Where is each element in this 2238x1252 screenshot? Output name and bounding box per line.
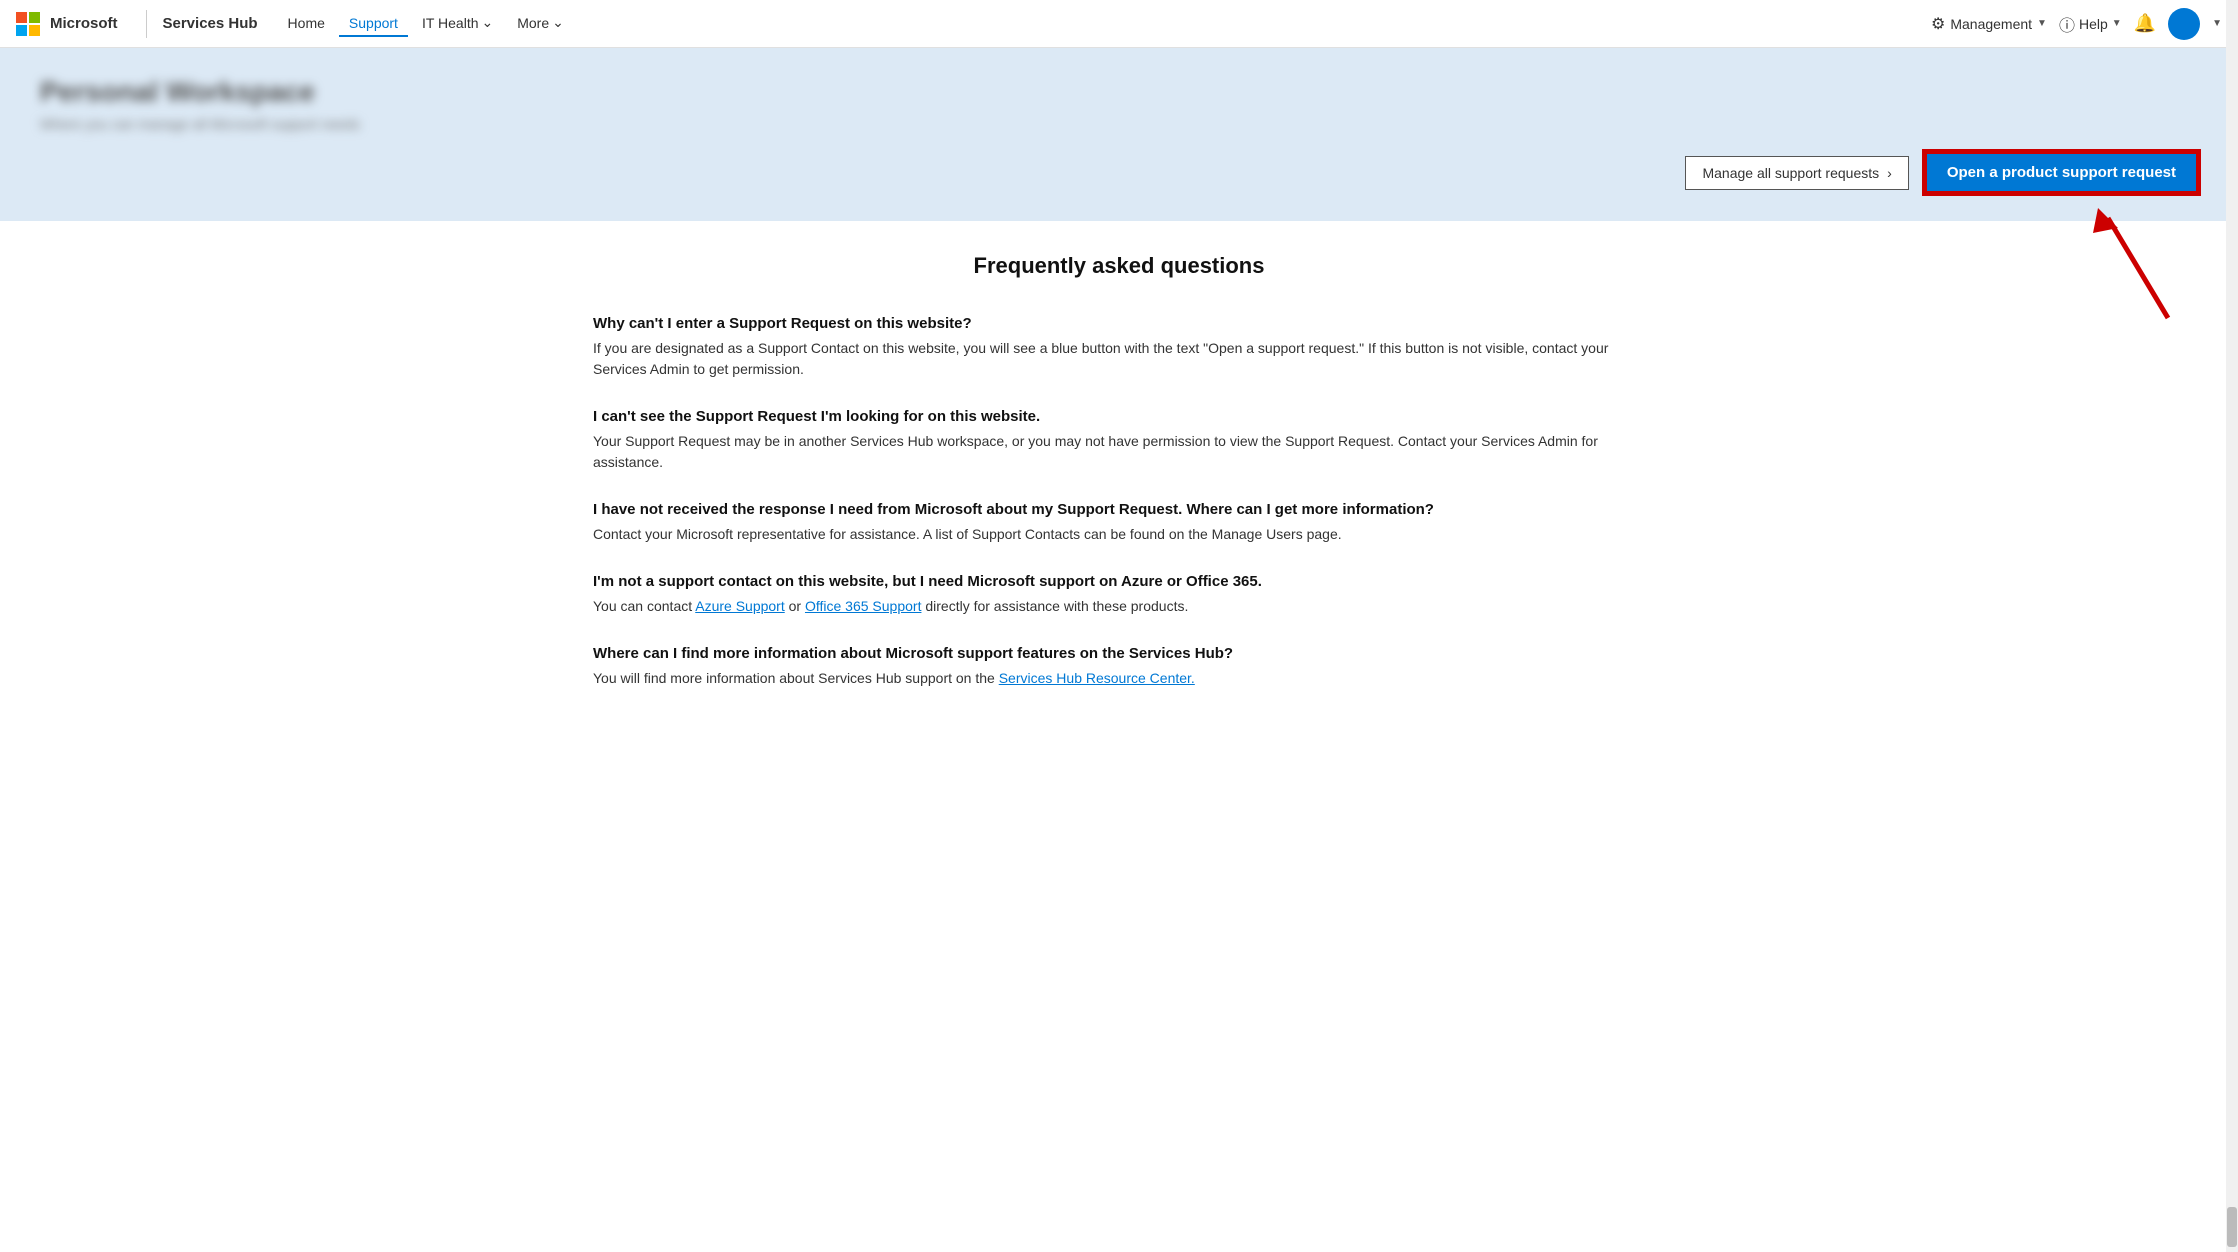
faq-answer-4: You can contact Azure Support or Office … bbox=[593, 596, 1645, 617]
nav-it-health[interactable]: IT Health ⌄ bbox=[412, 10, 503, 37]
nav-divider bbox=[146, 10, 147, 38]
gear-icon: ⚙ bbox=[1931, 14, 1945, 34]
faq-answer-2: Your Support Request may be in another S… bbox=[593, 431, 1645, 473]
open-support-button[interactable]: Open a product support request bbox=[1925, 152, 2198, 193]
company-name: Microsoft bbox=[50, 15, 118, 32]
nav-more[interactable]: More ⌄ bbox=[507, 10, 574, 37]
hero-subtitle: Where you can manage all Microsoft suppo… bbox=[40, 116, 360, 132]
faq-question-4: I'm not a support contact on this websit… bbox=[593, 573, 1645, 590]
chevron-down-icon: ▼ bbox=[2037, 18, 2047, 29]
resource-center-link[interactable]: Services Hub Resource Center. bbox=[999, 670, 1195, 686]
microsoft-logo bbox=[16, 12, 40, 36]
chevron-down-icon: ⌄ bbox=[482, 14, 494, 31]
faq-item-3: I have not received the response I need … bbox=[593, 501, 1645, 545]
management-menu[interactable]: ⚙ Management ▼ bbox=[1931, 14, 2047, 34]
nav-support[interactable]: Support bbox=[339, 11, 408, 37]
navbar: Microsoft Services Hub Home Support IT H… bbox=[0, 0, 2238, 48]
hero-title: Personal Workspace bbox=[40, 76, 315, 108]
notifications-icon[interactable]: 🔔 bbox=[2134, 13, 2156, 34]
faq-answer-1: If you are designated as a Support Conta… bbox=[593, 338, 1645, 380]
faq-item-1: Why can't I enter a Support Request on t… bbox=[593, 315, 1645, 380]
faq-answer-3: Contact your Microsoft representative fo… bbox=[593, 524, 1645, 545]
red-arrow-annotation bbox=[2088, 198, 2178, 331]
logo-red bbox=[16, 12, 27, 23]
faq-question-2: I can't see the Support Request I'm look… bbox=[593, 408, 1645, 425]
main-content: Frequently asked questions Why can't I e… bbox=[569, 221, 1669, 765]
faq-question-5: Where can I find more information about … bbox=[593, 645, 1645, 662]
help-menu[interactable]: ⓘ Help ▼ bbox=[2059, 12, 2122, 36]
nav-right: ⚙ Management ▼ ⓘ Help ▼ 🔔 ▼ bbox=[1931, 8, 2222, 40]
nav-links: Home Support IT Health ⌄ More ⌄ bbox=[278, 10, 574, 37]
faq-question-1: Why can't I enter a Support Request on t… bbox=[593, 315, 1645, 332]
chevron-right-icon: › bbox=[1887, 165, 1892, 181]
faq-question-3: I have not received the response I need … bbox=[593, 501, 1645, 518]
manage-requests-button[interactable]: Manage all support requests › bbox=[1685, 156, 1908, 190]
faq-answer-5: You will find more information about Ser… bbox=[593, 668, 1645, 689]
nav-home[interactable]: Home bbox=[278, 11, 335, 37]
logo-blue bbox=[16, 25, 27, 36]
scroll-thumb[interactable] bbox=[2227, 1207, 2237, 1247]
faq-item-5: Where can I find more information about … bbox=[593, 645, 1645, 689]
logo-green bbox=[29, 12, 40, 23]
app-name: Services Hub bbox=[163, 15, 258, 32]
chevron-down-icon: ▼ bbox=[2112, 18, 2122, 29]
office365-support-link[interactable]: Office 365 Support bbox=[805, 598, 921, 614]
scrollbar[interactable] bbox=[2226, 0, 2238, 1252]
help-icon: ⓘ bbox=[2059, 12, 2075, 36]
faq-title: Frequently asked questions bbox=[593, 253, 1645, 279]
logo-yellow bbox=[29, 25, 40, 36]
azure-support-link[interactable]: Azure Support bbox=[695, 598, 785, 614]
chevron-down-icon: ⌄ bbox=[552, 14, 564, 31]
brand: Microsoft bbox=[16, 12, 118, 36]
faq-item-4: I'm not a support contact on this websit… bbox=[593, 573, 1645, 617]
avatar[interactable] bbox=[2168, 8, 2200, 40]
chevron-down-icon: ▼ bbox=[2212, 18, 2222, 29]
hero-actions: Manage all support requests › Open a pro… bbox=[1685, 152, 2198, 193]
faq-item-2: I can't see the Support Request I'm look… bbox=[593, 408, 1645, 473]
hero-section: Personal Workspace Where you can manage … bbox=[0, 48, 2238, 221]
